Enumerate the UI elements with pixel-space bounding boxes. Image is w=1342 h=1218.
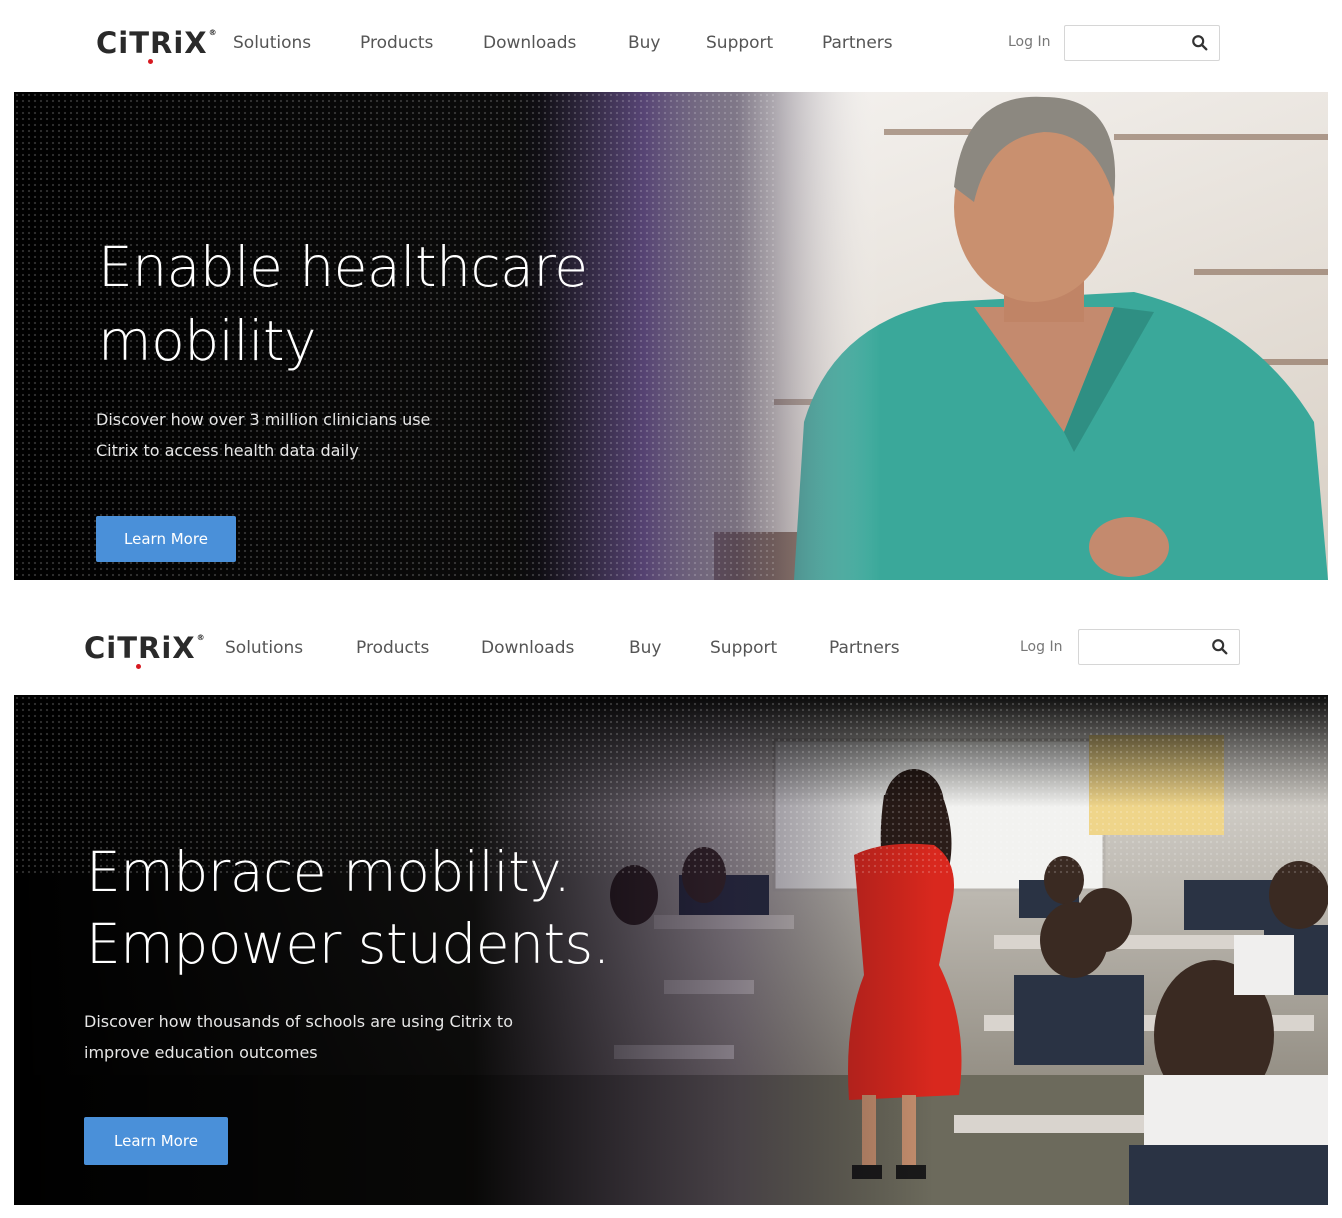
login-link[interactable]: Log In [1020, 639, 1062, 655]
learn-more-button[interactable]: Learn More [96, 516, 236, 562]
search-input[interactable] [1069, 27, 1193, 61]
login-link[interactable]: Log In [1008, 34, 1050, 50]
hero-subtitle-line-2: Citrix to access health data daily [96, 441, 359, 460]
hero-subtitle-line-1: Discover how over 3 million clinicians u… [96, 410, 431, 429]
nav-partners[interactable]: Partners [829, 638, 900, 658]
search-input[interactable] [1083, 631, 1207, 665]
citrix-logo[interactable]: CiTRiX® [96, 26, 218, 64]
nav-products[interactable]: Products [356, 638, 429, 658]
hero-title-line-1: Enable healthcare [98, 235, 588, 299]
learn-more-button[interactable]: Learn More [84, 1117, 228, 1165]
nav-solutions[interactable]: Solutions [233, 33, 311, 53]
nav-partners[interactable]: Partners [822, 33, 893, 53]
hero-title-line-2: mobility [98, 309, 317, 373]
nav-support[interactable]: Support [706, 33, 773, 53]
site-header: CiTRiX® Solutions Products Downloads Buy… [0, 605, 1342, 695]
nav-support[interactable]: Support [710, 638, 777, 658]
site-header: CiTRiX® Solutions Products Downloads Buy… [0, 0, 1342, 90]
nav-buy[interactable]: Buy [628, 33, 661, 53]
nav-downloads[interactable]: Downloads [481, 638, 574, 658]
search-icon[interactable] [1191, 34, 1209, 52]
search-box [1064, 25, 1220, 61]
nav-downloads[interactable]: Downloads [483, 33, 576, 53]
search-box [1078, 629, 1240, 665]
logo-dot-icon [148, 59, 153, 64]
hero-subtitle-line-2: improve education outcomes [84, 1043, 318, 1062]
hero-title-line-1: Embrace mobility. [86, 840, 571, 904]
education-page: CiTRiX® Solutions Products Downloads Buy… [0, 605, 1342, 1205]
healthcare-page: CiTRiX® Solutions Products Downloads Buy… [0, 0, 1342, 580]
logo-dot-icon [136, 664, 141, 669]
hero-title-line-2: Empower students. [86, 912, 610, 976]
nav-products[interactable]: Products [360, 33, 433, 53]
hero-banner: Enable healthcare mobility Discover how … [14, 92, 1328, 580]
hero-subtitle-line-1: Discover how thousands of schools are us… [84, 1012, 513, 1031]
hero-banner: Embrace mobility. Empower students. Disc… [14, 695, 1328, 1205]
citrix-logo[interactable]: CiTRiX® [84, 631, 206, 669]
nav-solutions[interactable]: Solutions [225, 638, 303, 658]
nav-buy[interactable]: Buy [629, 638, 662, 658]
search-icon[interactable] [1211, 638, 1229, 656]
